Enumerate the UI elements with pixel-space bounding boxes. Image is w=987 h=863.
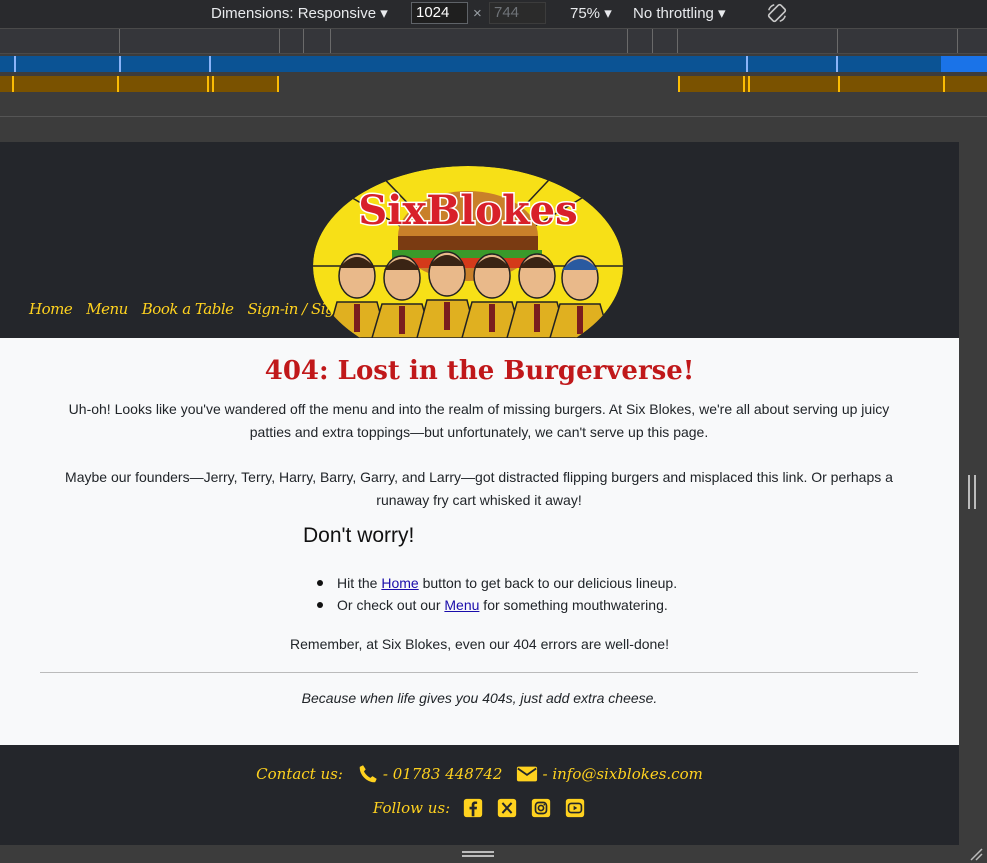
nav-book-table[interactable]: Book a Table: [142, 300, 234, 318]
phone-contact[interactable]: - 01783 448742: [357, 763, 503, 785]
zoom-label: 75%: [570, 5, 601, 22]
cheese-quote: Because when life gives you 404s, just a…: [301, 690, 658, 706]
intro-paragraph: Uh-oh! Looks like you've wandered off th…: [68, 401, 890, 440]
page-title: 404: Lost in the Burgerverse!: [264, 356, 695, 386]
chevron-down-icon: ▾: [604, 5, 612, 22]
rotate-icon[interactable]: [766, 2, 788, 24]
dimensions-label: Dimensions: Responsive: [211, 5, 377, 22]
media-query-ruler[interactable]: [0, 28, 987, 54]
contact-label: Contact us:: [256, 765, 343, 783]
min-width-media-bar[interactable]: [0, 76, 987, 92]
max-width-media-bar[interactable]: [0, 56, 987, 72]
throttling-dropdown[interactable]: No throttling ▾: [633, 4, 726, 22]
phone-icon: [359, 765, 377, 783]
list-text: Hit the: [337, 575, 382, 591]
error-content: 404: Lost in the Burgerverse! Uh-oh! Loo…: [0, 338, 959, 745]
list-text: button to get back to our delicious line…: [418, 575, 678, 591]
envelope-icon: [517, 766, 538, 782]
facebook-icon[interactable]: [462, 797, 484, 819]
list-item: Or check out our Menu for something mout…: [316, 594, 677, 616]
dont-worry-heading: Don't worry!: [303, 524, 415, 547]
founders-paragraph: Maybe our founders—Jerry, Terry, Harry, …: [65, 469, 893, 508]
resize-corner-icon[interactable]: [969, 847, 983, 861]
divider: [40, 672, 918, 673]
list-item: Hit the Home button to get back to our d…: [316, 572, 678, 594]
throttling-label: No throttling: [633, 5, 714, 22]
home-link[interactable]: Home: [381, 575, 418, 591]
logo-text: SixBlokes: [358, 187, 577, 234]
viewport-resize-handle-bottom[interactable]: [0, 845, 987, 863]
chevron-down-icon: ▾: [718, 5, 726, 22]
devtools-device-toolbar: Dimensions: Responsive ▾ 1024 × 744 75% …: [0, 0, 987, 28]
menu-link[interactable]: Menu: [444, 597, 479, 613]
site-footer: Contact us: - 01783 448742 - info@sixblo…: [0, 745, 959, 845]
list-text: for something mouthwatering.: [479, 597, 668, 613]
width-input[interactable]: 1024: [411, 2, 468, 24]
zoom-dropdown[interactable]: 75% ▾: [570, 4, 612, 22]
youtube-icon[interactable]: [564, 797, 586, 819]
email-address: - info@sixblokes.com: [542, 765, 703, 783]
chevron-down-icon: ▾: [380, 5, 388, 22]
contact-row: Contact us: - 01783 448742 - info@sixblo…: [0, 763, 959, 785]
suggestions-list: Hit the Home button to get back to our d…: [316, 572, 678, 616]
instagram-icon[interactable]: [530, 797, 552, 819]
emulated-viewport: Home Menu Book a Table Sign-in / Sign-up: [0, 142, 959, 845]
list-text: Or check out our: [337, 597, 445, 613]
logo-image: SixBlokes: [313, 166, 623, 338]
nav-home[interactable]: Home: [29, 300, 73, 318]
nav-menu[interactable]: Menu: [86, 300, 128, 318]
devtools-gutter: [0, 92, 987, 142]
remember-text: Remember, at Six Blokes, even our 404 er…: [290, 636, 669, 652]
follow-label: Follow us:: [372, 799, 451, 817]
dimensions-dropdown[interactable]: Dimensions: Responsive ▾: [211, 4, 388, 22]
x-twitter-icon[interactable]: [496, 797, 518, 819]
times-separator: ×: [473, 5, 482, 22]
height-input[interactable]: 744: [489, 2, 546, 24]
viewport-resize-handle-right[interactable]: [959, 142, 987, 845]
follow-row: Follow us:: [0, 797, 959, 819]
site-header: Home Menu Book a Table Sign-in / Sign-up: [0, 142, 959, 338]
site-logo[interactable]: SixBlokes: [312, 166, 624, 338]
email-contact[interactable]: - info@sixblokes.com: [516, 763, 703, 785]
phone-number: - 01783 448742: [382, 765, 503, 783]
